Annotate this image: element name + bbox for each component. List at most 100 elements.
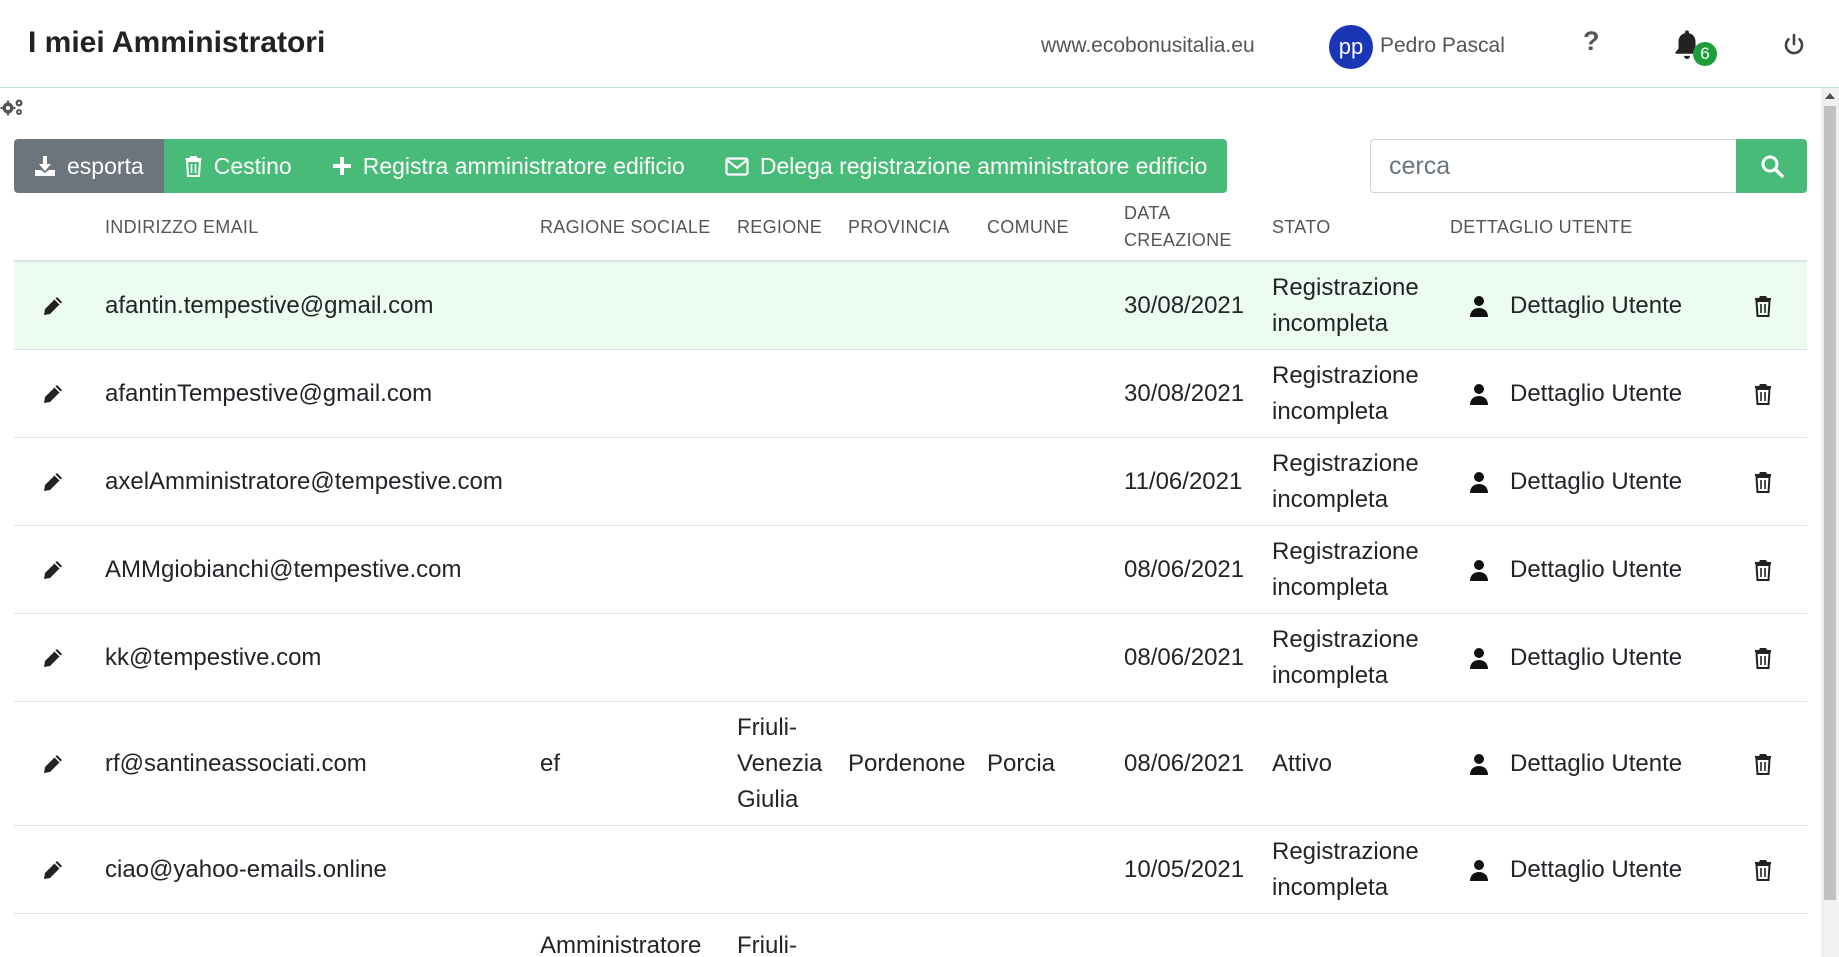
edit-pencil-icon[interactable]	[42, 753, 64, 775]
user-detail-link[interactable]: Dettaglio Utente	[1510, 852, 1682, 888]
stato-cell: Registrazione incompleta	[1272, 274, 1419, 337]
ragione-sociale-cell: Amministratore	[540, 932, 702, 957]
edit-pencil-icon[interactable]	[42, 859, 64, 881]
plus-icon	[332, 157, 351, 175]
envelope-icon	[725, 156, 749, 176]
delete-trash-icon[interactable]	[1754, 647, 1772, 669]
email-cell: ciao@yahoo-emails.online	[105, 856, 387, 883]
user-icon	[1470, 860, 1488, 881]
export-label: esporta	[67, 152, 144, 179]
table-body: afantin.tempestive@gmail.com 30/08/2021 Re…	[14, 262, 1807, 957]
email-cell: afantinTempestive@gmail.com	[105, 380, 433, 407]
help-icon[interactable]: ?	[1583, 26, 1600, 57]
trash-bin-label: Cestino	[213, 152, 292, 179]
page-title: I miei Amministratori	[28, 26, 326, 59]
email-cell: AMMgiobianchi@tempestive.com	[105, 556, 462, 583]
edit-pencil-icon[interactable]	[42, 383, 64, 405]
user-detail-link[interactable]: Dettaglio Utente	[1510, 640, 1682, 676]
delete-trash-icon[interactable]	[1754, 471, 1772, 493]
stato-cell: Registrazione incompleta	[1272, 362, 1419, 425]
edit-pencil-icon[interactable]	[42, 295, 64, 317]
user-icon	[1470, 296, 1488, 317]
user-detail-link[interactable]: Dettaglio Utente	[1510, 288, 1682, 324]
table-row[interactable]: afantinTempestive@gmail.com 30/08/2021 Reg…	[14, 350, 1807, 438]
table-row[interactable]: afantin.tempestive@gmail.com 30/08/2021 Re…	[14, 262, 1807, 350]
data-creazione-cell: 30/08/2021	[1124, 292, 1245, 319]
table-row[interactable]: Amministratore Friuli-	[14, 914, 1807, 957]
ragione-sociale-cell: ef	[540, 750, 561, 777]
data-creazione-cell: 11/06/2021	[1124, 468, 1243, 495]
data-creazione-cell: 30/08/2021	[1124, 380, 1245, 407]
power-icon[interactable]	[1782, 33, 1806, 57]
regione-cell: Friuli-	[737, 932, 797, 957]
column-header-email[interactable]: INDIRIZZO EMAIL	[105, 214, 259, 241]
scrollbar-thumb[interactable]	[1824, 106, 1836, 900]
column-header-comune[interactable]: COMUNE	[987, 214, 1069, 241]
data-creazione-cell: 08/06/2021	[1124, 644, 1245, 671]
site-link[interactable]: www.ecobonusitalia.eu	[1041, 34, 1255, 58]
table-row[interactable]: kk@tempestive.com 08/06/2021 Registrazione…	[14, 614, 1807, 702]
email-cell: kk@tempestive.com	[105, 644, 322, 671]
search-icon	[1761, 155, 1784, 178]
user-detail-link[interactable]: Dettaglio Utente	[1510, 376, 1682, 412]
column-header-dettaglio-utente: DETTAGLIO UTENTE	[1450, 217, 1633, 237]
action-toolbar: esporta Cestino Registra amministratore …	[14, 139, 1228, 193]
stato-cell: Registrazione incompleta	[1272, 838, 1419, 901]
data-creazione-cell: 10/05/2021	[1124, 856, 1245, 883]
user-detail-link[interactable]: Dettaglio Utente	[1510, 464, 1682, 500]
download-icon	[35, 156, 55, 176]
comune-cell: Porcia	[987, 750, 1056, 777]
user-icon	[1470, 648, 1488, 669]
search-button[interactable]	[1736, 139, 1807, 193]
notification-badge: 6	[1693, 42, 1717, 66]
data-creazione-cell: 08/06/2021	[1124, 750, 1245, 777]
edit-pencil-icon[interactable]	[42, 647, 64, 669]
gear-icon[interactable]	[0, 97, 24, 117]
delegate-registration-button[interactable]: Delega registrazione amministratore edif…	[704, 139, 1228, 193]
data-creazione-cell: 08/06/2021	[1124, 556, 1245, 583]
stato-cell: Registrazione incompleta	[1272, 450, 1419, 513]
user-icon	[1470, 560, 1488, 581]
trash-bin-button[interactable]: Cestino	[163, 139, 312, 193]
table-row[interactable]: ciao@yahoo-emails.online 10/05/2021 Regist…	[14, 826, 1807, 914]
edit-pencil-icon[interactable]	[42, 471, 64, 493]
register-admin-label: Registra amministratore edificio	[362, 152, 685, 179]
stato-cell: Registrazione incompleta	[1272, 538, 1419, 601]
user-icon	[1470, 472, 1488, 493]
user-detail-link[interactable]: Dettaglio Utente	[1510, 746, 1682, 782]
delete-trash-icon[interactable]	[1754, 753, 1772, 775]
trash-icon	[185, 156, 202, 177]
user-name[interactable]: Pedro Pascal	[1380, 34, 1505, 58]
column-header-stato[interactable]: STATO	[1272, 214, 1331, 241]
search-input[interactable]	[1370, 139, 1737, 193]
delete-trash-icon[interactable]	[1754, 383, 1772, 405]
email-cell: rf@santineassociati.com	[105, 750, 367, 777]
edit-pencil-icon[interactable]	[42, 559, 64, 581]
top-navbar: I miei Amministratori www.ecobonusitalia…	[0, 0, 1839, 88]
table-row[interactable]: rf@santineassociati.com ef Friuli-Venezia …	[14, 702, 1807, 826]
user-icon	[1470, 754, 1488, 775]
stato-cell: Registrazione incompleta	[1272, 626, 1419, 689]
column-header-ragione-sociale[interactable]: RAGIONE SOCIALE	[540, 214, 711, 241]
provincia-cell: Pordenone	[848, 750, 966, 777]
user-detail-link[interactable]: Dettaglio Utente	[1510, 552, 1682, 588]
export-button[interactable]: esporta	[14, 139, 164, 193]
column-header-data-creazione[interactable]: DATA CREAZIONE	[1124, 200, 1234, 254]
stato-cell: Attivo	[1272, 750, 1333, 777]
avatar[interactable]: pp	[1329, 25, 1373, 69]
table-row[interactable]: axelAmministratore@tempestive.com 11/06/2…	[14, 438, 1807, 526]
delete-trash-icon[interactable]	[1754, 859, 1772, 881]
delete-trash-icon[interactable]	[1754, 295, 1772, 317]
table-row[interactable]: AMMgiobianchi@tempestive.com 08/06/2021 Re…	[14, 526, 1807, 614]
delegate-registration-label: Delega registrazione amministratore edif…	[759, 152, 1208, 179]
admins-table: INDIRIZZO EMAIL RAGIONE SOCIALE REGIONE …	[14, 193, 1807, 957]
vertical-scrollbar[interactable]	[1821, 88, 1839, 957]
table-header: INDIRIZZO EMAIL RAGIONE SOCIALE REGIONE …	[14, 193, 1807, 262]
register-admin-button[interactable]: Registra amministratore edificio	[311, 139, 705, 193]
delete-trash-icon[interactable]	[1754, 559, 1772, 581]
column-header-regione[interactable]: REGIONE	[737, 214, 822, 241]
user-icon	[1470, 384, 1488, 405]
column-header-provincia[interactable]: PROVINCIA	[848, 214, 950, 241]
scroll-up-arrow[interactable]	[1825, 93, 1835, 99]
regione-cell: Friuli-Venezia Giulia	[737, 714, 823, 813]
